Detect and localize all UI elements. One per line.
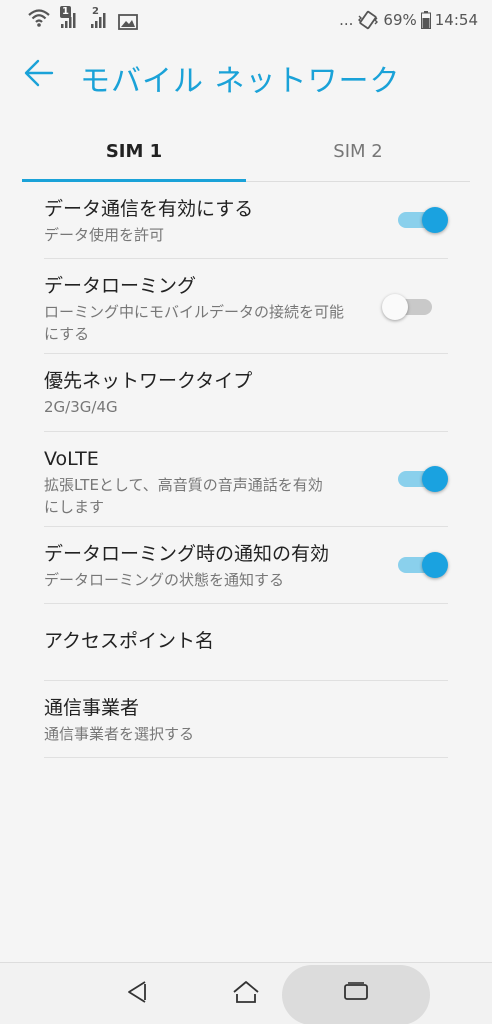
battery-percent: 69% xyxy=(383,11,417,29)
tab-sim1[interactable]: SIM 1 xyxy=(22,122,246,182)
toggle-knob xyxy=(382,294,408,320)
setting-title: アクセスポイント名 xyxy=(44,630,215,652)
setting-title: データ通信を有効にする xyxy=(44,198,254,220)
sim1-badge: 1 xyxy=(60,6,71,18)
data-roaming-toggle-switch[interactable] xyxy=(382,294,432,320)
setting-subtitle: ローミング中にモバイルデータの接続を可能にする xyxy=(44,303,345,343)
triangle-back-icon xyxy=(126,980,148,1008)
home-icon xyxy=(232,980,260,1008)
setting-title: 優先ネットワークタイプ xyxy=(44,370,253,392)
signal-icon: 1 xyxy=(58,6,80,30)
image-icon xyxy=(118,14,138,30)
setting-subtitle: データ使用を許可 xyxy=(44,226,165,244)
roaming-notification-toggle[interactable] xyxy=(398,552,448,578)
setting-title: VoLTE xyxy=(44,448,99,470)
setting-subtitle: 通信事業者を選択する xyxy=(44,725,195,743)
setting-subtitle: 拡張LTEとして、高音質の音声通話を有効にします xyxy=(44,476,323,516)
setting-title: データローミング時の通知の有効 xyxy=(44,543,330,565)
arrow-left-icon xyxy=(24,59,54,91)
nav-home-button[interactable] xyxy=(220,963,272,1024)
status-dots: ... xyxy=(339,11,354,29)
toggle-knob xyxy=(422,466,448,492)
setting-subtitle: 2G/3G/4G xyxy=(44,398,118,416)
signal-icon: 2 xyxy=(88,6,110,30)
setting-preferred-network[interactable]: 優先ネットワークタイプ 2G/3G/4G xyxy=(44,354,448,432)
status-left: 1 2 xyxy=(28,6,138,30)
sim-tabs: SIM 1 SIM 2 xyxy=(22,122,470,182)
toggle-knob xyxy=(422,207,448,233)
nav-recents-button[interactable] xyxy=(330,963,382,1024)
tab-sim2[interactable]: SIM 2 xyxy=(246,122,470,181)
toggle-knob xyxy=(422,552,448,578)
page-title: モバイル ネットワーク xyxy=(80,64,401,99)
navigation-bar xyxy=(0,962,492,1024)
settings-list: データ通信を有効にする データ使用を許可 データローミング ローミング中にモバイ… xyxy=(44,182,448,758)
nav-back-button[interactable] xyxy=(112,963,162,1024)
status-bar: 1 2 ... 69% 14:54 xyxy=(0,0,492,40)
volte-toggle[interactable] xyxy=(398,466,448,492)
battery-icon xyxy=(420,11,431,29)
sim2-badge: 2 xyxy=(92,6,99,17)
vibrate-icon xyxy=(357,10,379,30)
app-bar: モバイル ネットワーク xyxy=(0,40,492,112)
setting-carrier[interactable]: 通信事業者 通信事業者を選択する xyxy=(44,681,448,758)
setting-title: 通信事業者 xyxy=(44,697,140,719)
status-right: ... 69% 14:54 xyxy=(339,10,478,30)
setting-access-point-names[interactable]: アクセスポイント名 xyxy=(44,604,448,681)
status-time: 14:54 xyxy=(434,11,478,29)
recents-icon xyxy=(343,981,369,1007)
setting-volte[interactable]: VoLTE 拡張LTEとして、高音質の音声通話を有効にします xyxy=(44,432,448,527)
setting-subtitle: データローミングの状態を通知する xyxy=(44,571,285,589)
screen: 1 2 ... 69% 14:54 モバイル ネットワーク SIM 1 SIM … xyxy=(0,0,492,1024)
setting-roaming-notification[interactable]: データローミング時の通知の有効 データローミングの状態を通知する xyxy=(44,527,448,604)
wifi-icon xyxy=(28,8,50,28)
back-button[interactable] xyxy=(22,56,56,94)
data-enabled-toggle[interactable] xyxy=(398,207,448,233)
setting-data-enabled[interactable]: データ通信を有効にする データ使用を許可 xyxy=(44,182,448,259)
